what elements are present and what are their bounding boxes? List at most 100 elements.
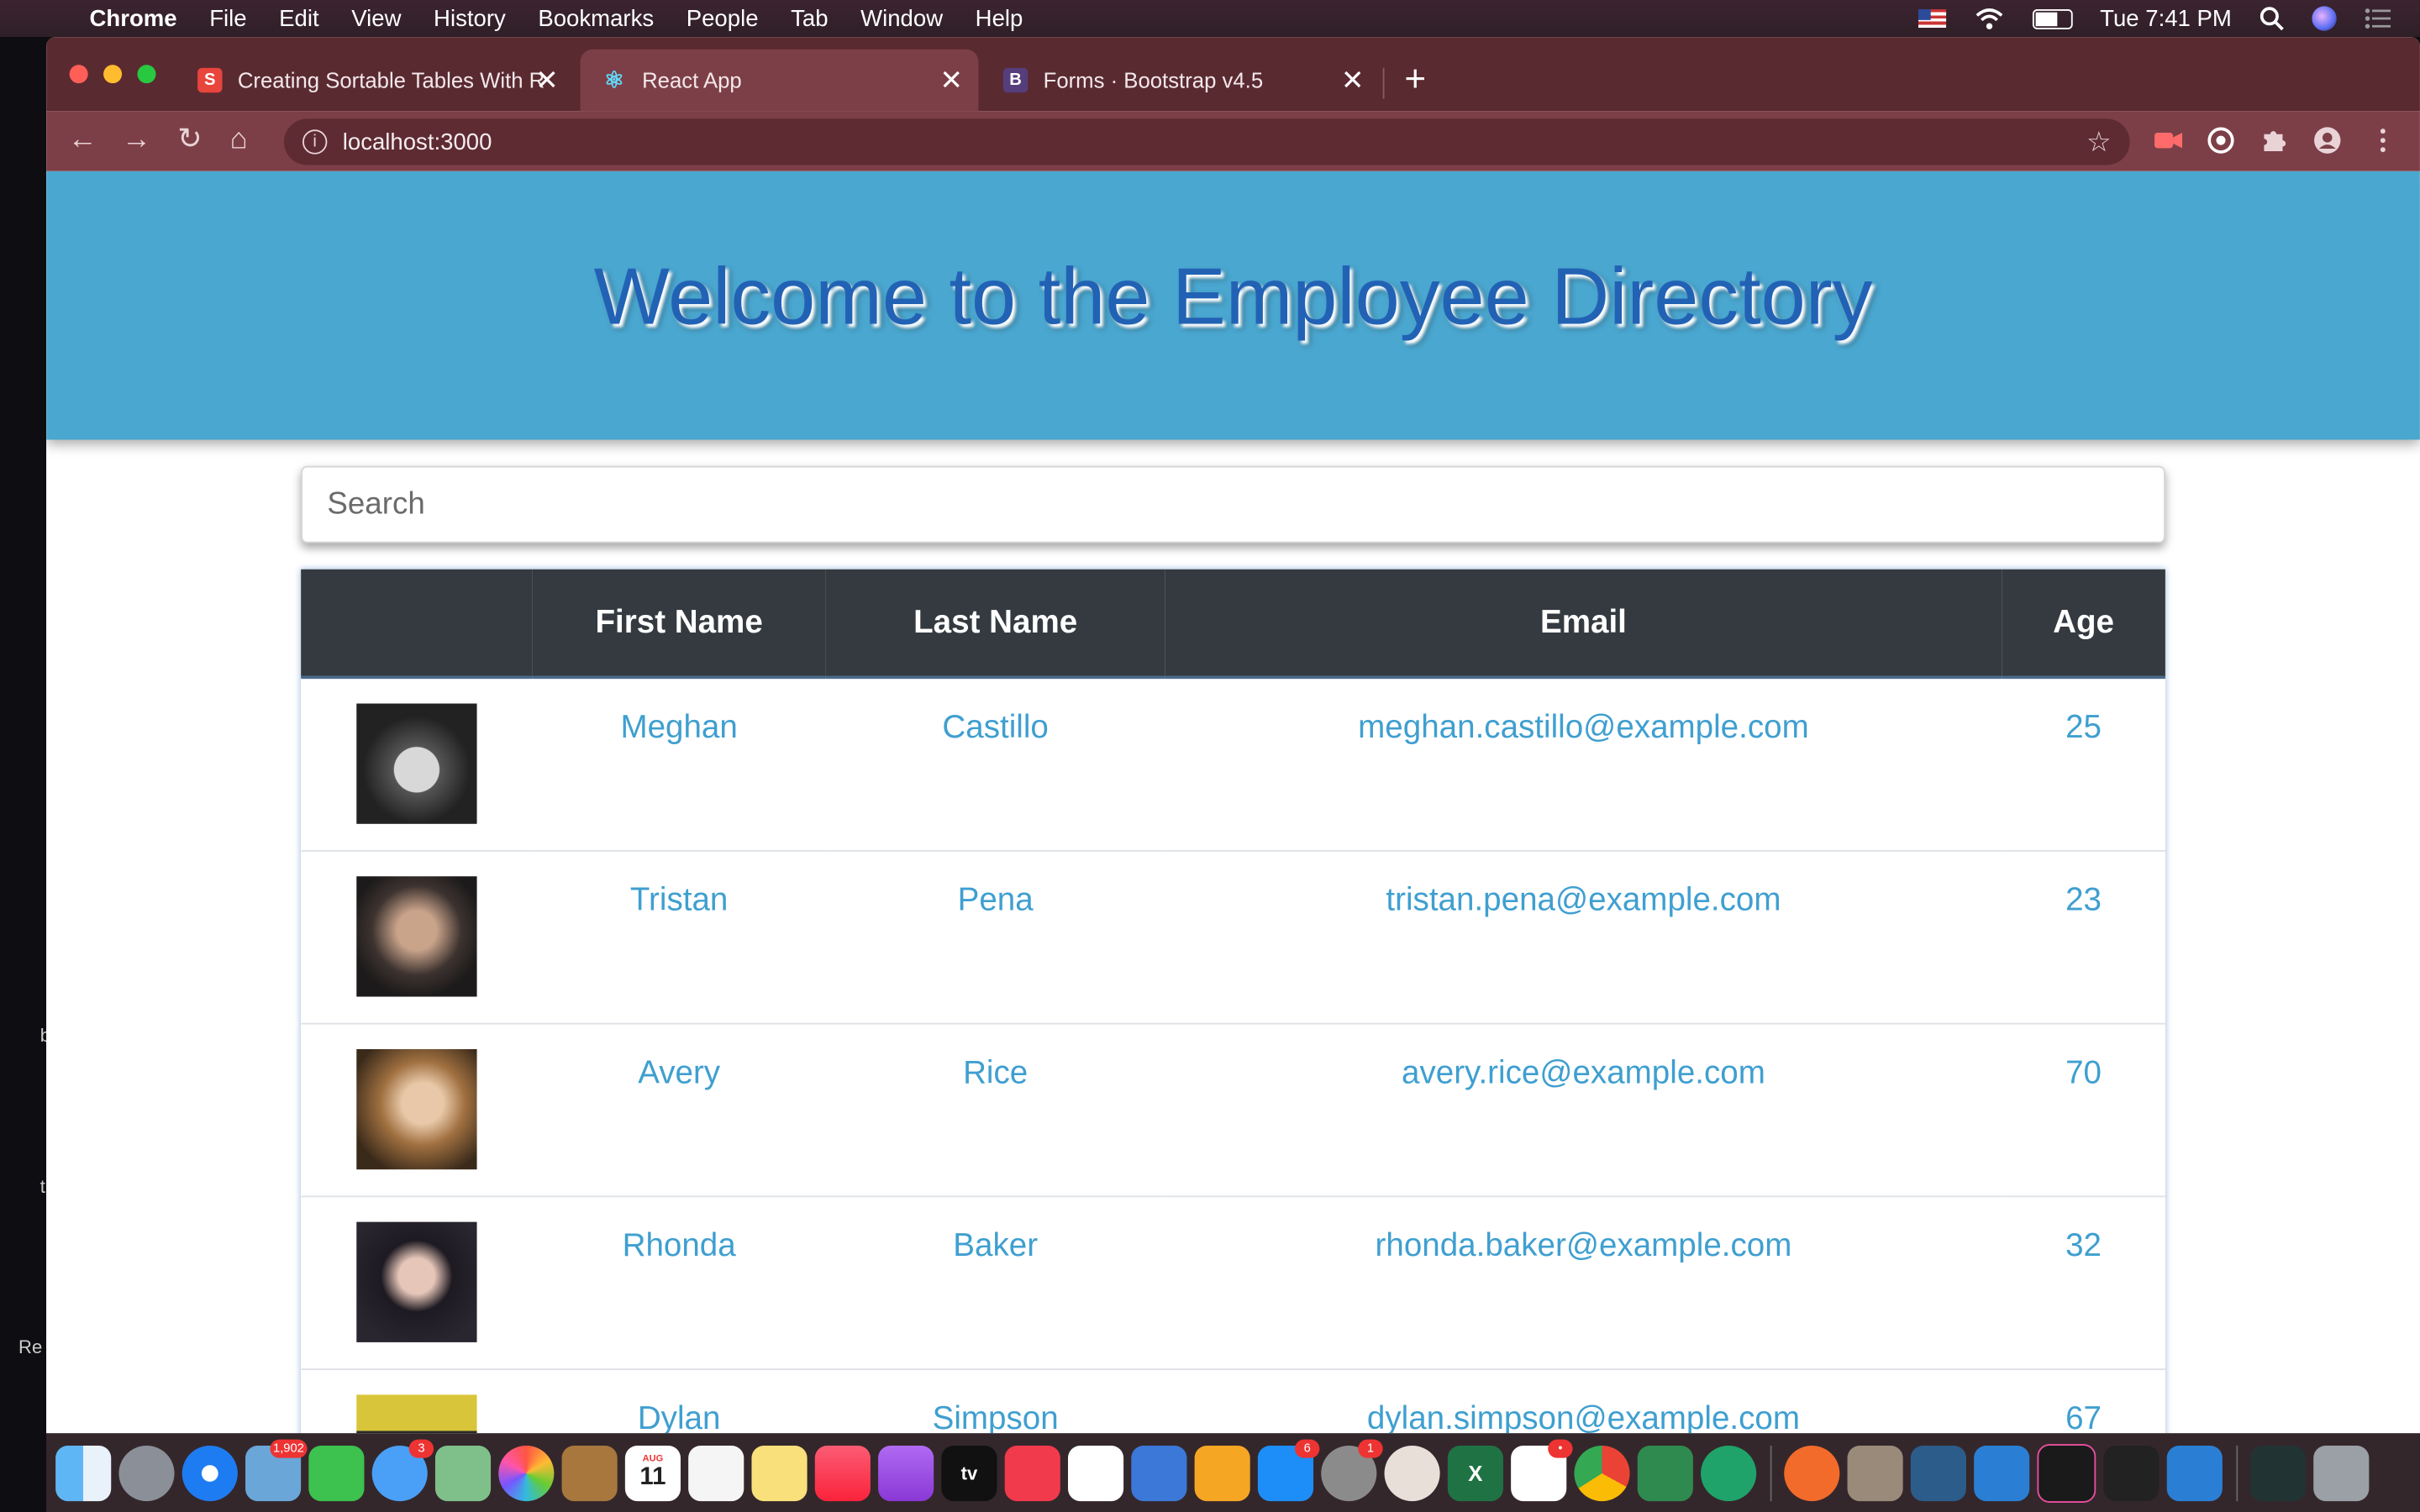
tab-close-icon[interactable]: ✕ — [1341, 64, 1365, 97]
messages-icon[interactable]: 3 — [371, 1438, 434, 1501]
photos-icon[interactable] — [498, 1445, 555, 1501]
last-name-cell: Simpson — [825, 1368, 1165, 1434]
tab-close-icon[interactable]: ✕ — [939, 64, 963, 97]
mail-icon[interactable]: 1,902 — [245, 1438, 308, 1501]
minimize-window-button[interactable] — [103, 65, 123, 84]
table-header-row: First Name Last Name Email Age — [301, 569, 2165, 680]
browser-menu-icon[interactable] — [2369, 127, 2396, 155]
desktop-background: b t Re — [0, 37, 50, 1512]
header-age[interactable]: Age — [2002, 569, 2165, 680]
launchpad-icon[interactable] — [118, 1445, 175, 1501]
menu-bookmarks[interactable]: Bookmarks — [538, 5, 654, 31]
apple-tv-icon[interactable]: tv — [941, 1445, 997, 1501]
menu-edit[interactable]: Edit — [279, 5, 318, 31]
menu-history[interactable]: History — [434, 5, 506, 31]
minimized-window-icon[interactable] — [2249, 1445, 2307, 1501]
slack-icon[interactable]: • — [1511, 1438, 1573, 1501]
hyper-terminal-icon[interactable] — [2037, 1443, 2096, 1503]
notes-icon[interactable] — [751, 1445, 808, 1501]
tab-react-app[interactable]: ⚛ React App ✕ — [580, 49, 979, 112]
calendar-icon[interactable]: AUG 11 — [624, 1445, 681, 1501]
postman-icon[interactable] — [1784, 1445, 1840, 1501]
vscode-icon[interactable] — [1974, 1445, 2030, 1501]
pages-icon[interactable] — [1194, 1445, 1250, 1501]
tab-sortable-tables[interactable]: S Creating Sortable Tables With R ✕ — [176, 50, 574, 111]
keychain-icon[interactable] — [1847, 1445, 1903, 1501]
tab-title: Creating Sortable Tables With R — [237, 67, 545, 93]
maps-icon[interactable] — [434, 1445, 492, 1501]
last-name-cell: Castillo — [825, 676, 1165, 851]
site-info-icon[interactable]: i — [302, 129, 328, 155]
menu-tab[interactable]: Tab — [791, 5, 828, 31]
wifi-icon[interactable] — [1974, 6, 2005, 30]
avatar-cell — [301, 1194, 533, 1369]
extension-screencast-icon[interactable] — [2154, 127, 2183, 155]
calendar-month: AUG — [642, 1454, 664, 1464]
finder-icon[interactable] — [55, 1445, 112, 1501]
vscode-insiders-icon[interactable] — [2166, 1445, 2223, 1501]
reload-icon[interactable]: ↻ — [177, 124, 202, 156]
numbers-icon[interactable] — [1067, 1445, 1124, 1501]
safari-icon[interactable] — [182, 1445, 238, 1501]
system-preferences-icon[interactable]: 1 — [1321, 1438, 1383, 1501]
new-tab-button[interactable]: + — [1404, 61, 1426, 98]
menu-help[interactable]: Help — [976, 5, 1023, 31]
sequel-pro-icon[interactable] — [1384, 1445, 1440, 1501]
back-icon[interactable]: ← — [68, 124, 97, 156]
forward-icon[interactable]: → — [122, 124, 151, 156]
menu-view[interactable]: View — [351, 5, 401, 31]
app-store-icon[interactable]: 6 — [1257, 1438, 1320, 1501]
home-icon[interactable]: ⌂ — [230, 124, 248, 156]
url-text[interactable]: localhost:3000 — [343, 129, 492, 155]
trash-icon[interactable] — [2313, 1445, 2370, 1501]
battery-icon[interactable] — [2032, 8, 2073, 29]
last-name-cell: Rice — [825, 1021, 1165, 1196]
address-bar[interactable]: i localhost:3000 ☆ — [283, 118, 2130, 165]
menu-app-chrome[interactable]: Chrome — [90, 5, 177, 31]
music-icon[interactable] — [814, 1445, 871, 1501]
header-last-name[interactable]: Last Name — [825, 569, 1165, 680]
input-source-flag-icon[interactable] — [1918, 9, 1946, 29]
profile-avatar-icon[interactable] — [2313, 127, 2341, 155]
header-email[interactable]: Email — [1165, 569, 2002, 680]
search-input[interactable] — [301, 465, 2165, 543]
table-row: Tristan Pena tristan.pena@example.com 23 — [301, 849, 2165, 1023]
mysql-workbench-icon[interactable] — [1910, 1445, 1966, 1501]
bookmark-star-icon[interactable]: ☆ — [2086, 126, 2112, 159]
spotlight-search-icon[interactable] — [2260, 6, 2284, 31]
first-name-cell: Rhonda — [532, 1194, 826, 1369]
keynote-icon[interactable] — [1131, 1445, 1187, 1501]
tab-close-icon[interactable]: ✕ — [535, 64, 559, 97]
mongodb-compass-icon[interactable] — [1637, 1445, 1693, 1501]
siri-icon[interactable] — [2312, 6, 2337, 31]
extension-circle-icon[interactable] — [2207, 127, 2234, 155]
terminal-icon[interactable] — [2103, 1445, 2160, 1501]
browser-toolbar: ← → ↻ ⌂ i localhost:3000 ☆ — [46, 111, 2420, 171]
employee-avatar — [356, 703, 477, 824]
excel-icon[interactable]: X — [1447, 1445, 1503, 1501]
last-name-cell: Baker — [825, 1194, 1165, 1369]
menu-file[interactable]: File — [209, 5, 246, 31]
menu-people[interactable]: People — [687, 5, 759, 31]
tab-bootstrap-forms[interactable]: B Forms · Bootstrap v4.5 ✕ — [981, 50, 1380, 111]
zoom-window-button[interactable] — [137, 65, 156, 84]
messages-badge: 3 — [408, 1438, 434, 1457]
podcasts-icon[interactable] — [878, 1445, 934, 1501]
menu-window[interactable]: Window — [860, 5, 943, 31]
contacts-icon[interactable] — [561, 1445, 618, 1501]
chrome-icon[interactable] — [1574, 1445, 1630, 1501]
news-icon[interactable] — [1004, 1445, 1060, 1501]
gitkraken-icon[interactable] — [1701, 1445, 1757, 1501]
menubar-clock[interactable]: Tue 7:41 PM — [2100, 5, 2232, 31]
react-favicon-icon: ⚛ — [603, 67, 625, 95]
close-window-button[interactable] — [69, 65, 88, 84]
reminders-icon[interactable] — [688, 1445, 744, 1501]
header-first-name[interactable]: First Name — [532, 569, 826, 680]
header-image — [301, 569, 533, 680]
employee-avatar — [356, 1221, 477, 1342]
facetime-icon[interactable] — [308, 1445, 365, 1501]
notification-center-icon[interactable] — [2365, 8, 2392, 29]
extensions-puzzle-icon[interactable] — [2260, 127, 2287, 155]
tab-separator — [1382, 67, 1385, 99]
dock-separator — [1770, 1445, 1772, 1501]
